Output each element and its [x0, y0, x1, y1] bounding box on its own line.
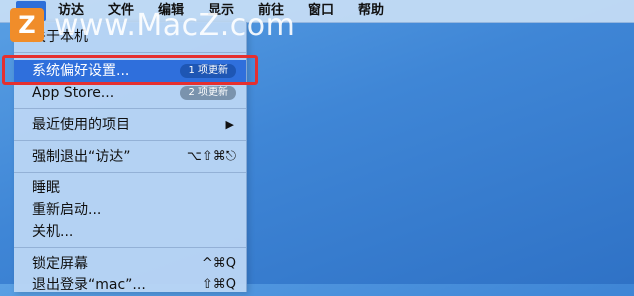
menu-separator	[14, 140, 246, 141]
app-store-label: App Store...	[32, 85, 115, 101]
menu-separator	[14, 247, 246, 248]
recent-items-label: 最近使用的项目	[32, 117, 130, 133]
menu-separator	[14, 52, 246, 53]
force-quit-shortcut: ⌥⇧⌘⎋	[186, 149, 236, 164]
logout-label: 退出登录“mac”...	[32, 277, 146, 293]
menu-item-logout[interactable]: 退出登录“mac”... ⇧⌘Q	[14, 274, 246, 296]
menu-item-app-store[interactable]: App Store... 2 项更新	[14, 82, 246, 104]
menu-help[interactable]: 帮助	[358, 0, 384, 22]
menu-separator	[14, 172, 246, 173]
sleep-label: 睡眠	[32, 180, 60, 196]
submenu-arrow-icon: ▶	[225, 118, 234, 131]
menu-item-force-quit[interactable]: 强制退出“访达” ⌥⇧⌘⎋	[14, 146, 246, 168]
update-badge: 2 项更新	[180, 86, 236, 100]
menu-item-lock-screen[interactable]: 锁定屏幕 ^⌘Q	[14, 253, 246, 275]
menu-item-sleep[interactable]: 睡眠	[14, 177, 246, 199]
logout-shortcut: ⇧⌘Q	[201, 277, 236, 292]
highlight-annotation-box	[2, 55, 258, 85]
watermark-text: www.MacZ.com	[54, 8, 296, 43]
menu-item-recent-items[interactable]: 最近使用的项目 ▶	[14, 114, 246, 136]
lock-screen-label: 锁定屏幕	[32, 256, 88, 272]
lock-screen-shortcut: ^⌘Q	[201, 256, 236, 271]
restart-label: 重新启动...	[32, 202, 102, 218]
menu-item-shutdown[interactable]: 关机...	[14, 221, 246, 243]
shutdown-label: 关机...	[32, 224, 74, 240]
menu-window[interactable]: 窗口	[308, 0, 334, 22]
force-quit-label: 强制退出“访达”	[32, 149, 131, 165]
menu-item-restart[interactable]: 重新启动...	[14, 199, 246, 221]
menu-separator	[14, 108, 246, 109]
watermark-logo: Z	[10, 8, 44, 42]
